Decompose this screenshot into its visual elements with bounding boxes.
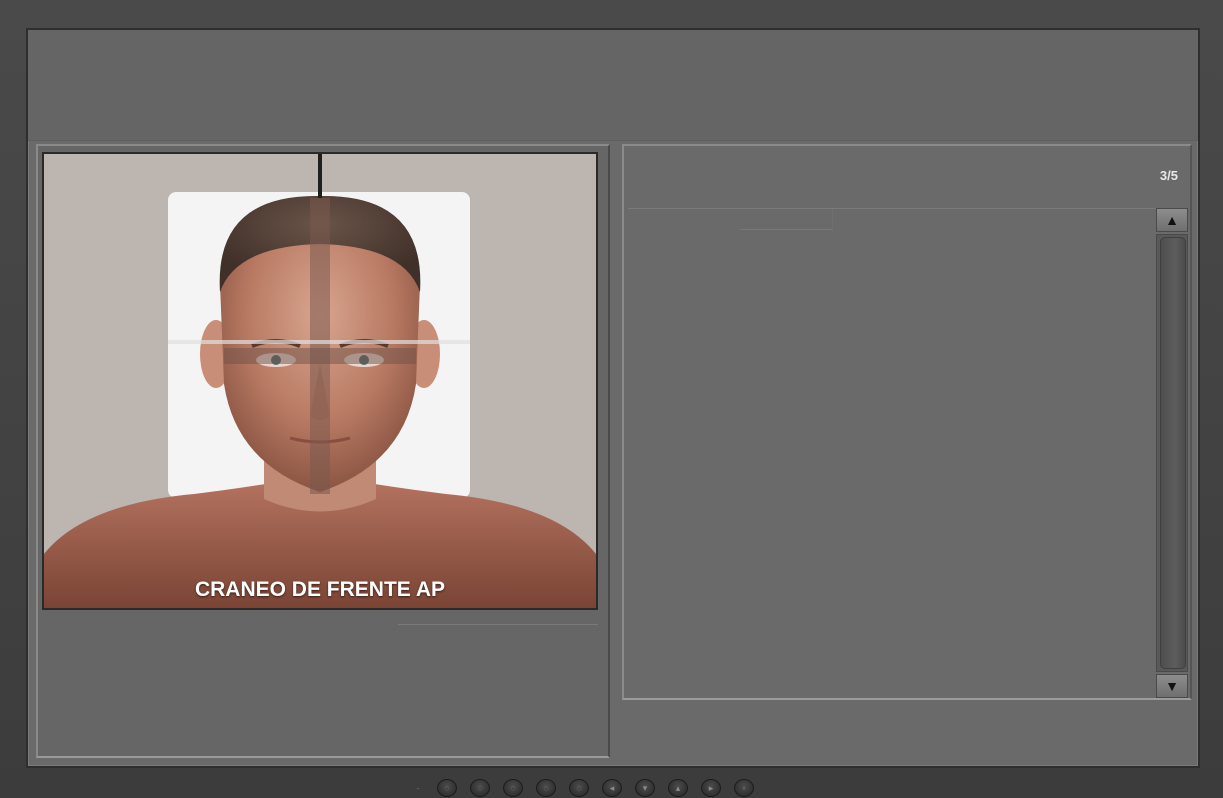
speaker-icon[interactable]: · (412, 782, 424, 794)
text-content-area (628, 208, 1158, 699)
circle-button-1-icon[interactable]: ◌ (437, 779, 457, 797)
app-screen: CRANEO DE FRENTE AP 3/5 ▲ ▼ (26, 28, 1200, 768)
scroll-down-button[interactable]: ▼ (1156, 674, 1188, 698)
monitor-bezel: CRANEO DE FRENTE AP 3/5 ▲ ▼ · ◌ ◌ ◌ ◌ ◌ … (0, 0, 1223, 798)
stop-icon[interactable]: ◌ (569, 779, 589, 797)
monitor-controls: · ◌ ◌ ◌ ◌ ◌ ◂ ▾ ▴ ▸ ◦ (412, 779, 754, 797)
header-band (28, 30, 1198, 141)
divider (398, 624, 598, 625)
page-counter: 3/5 (1159, 168, 1178, 183)
scroll-track[interactable] (1156, 234, 1188, 672)
face-illustration (44, 154, 596, 608)
text-panel: 3/5 ▲ ▼ (622, 144, 1192, 700)
exit-icon[interactable]: ◦ (734, 779, 754, 797)
patient-positioning-image: CRANEO DE FRENTE AP (42, 152, 598, 610)
arrow-down-icon: ▼ (1165, 678, 1179, 694)
image-panel: CRANEO DE FRENTE AP (36, 144, 610, 758)
arrow-up-icon: ▲ (1165, 212, 1179, 228)
circle-button-2-icon[interactable]: ◌ (470, 779, 490, 797)
scroll-up-button[interactable]: ▲ (1156, 208, 1188, 232)
image-caption: CRANEO DE FRENTE AP (194, 578, 446, 601)
down-icon[interactable]: ▾ (635, 779, 655, 797)
scroll-thumb[interactable] (1160, 237, 1186, 669)
menu-icon[interactable]: ◌ (536, 779, 556, 797)
vertical-scrollbar[interactable]: ▲ ▼ (1156, 208, 1188, 698)
circle-button-3-icon[interactable]: ◌ (503, 779, 523, 797)
up-icon[interactable]: ▴ (668, 779, 688, 797)
back-icon[interactable]: ◂ (602, 779, 622, 797)
content-tab (740, 209, 833, 230)
forward-icon[interactable]: ▸ (701, 779, 721, 797)
